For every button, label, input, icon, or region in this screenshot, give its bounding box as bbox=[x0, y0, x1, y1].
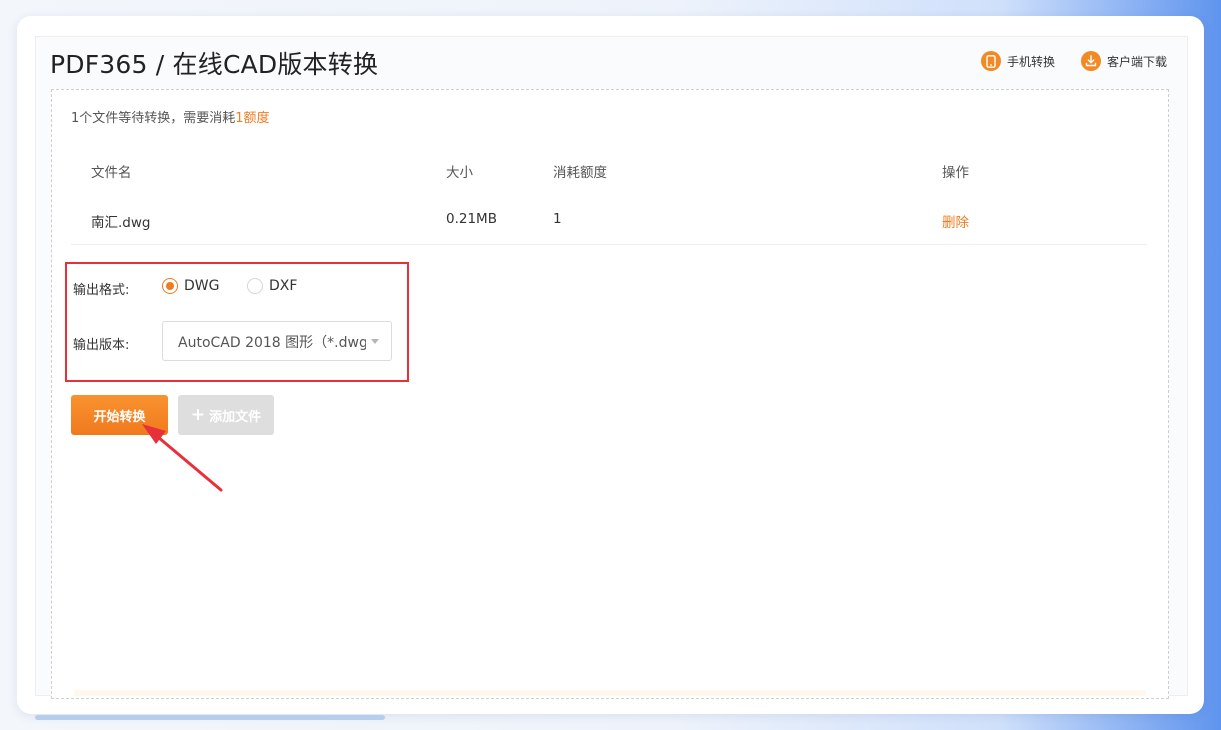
format-dxf-label: DXF bbox=[269, 278, 298, 294]
phone-icon bbox=[981, 51, 1001, 71]
radio-unselected-icon bbox=[247, 278, 263, 294]
format-radio-dxf[interactable]: DXF bbox=[247, 278, 297, 294]
table-row: 南汇.dwg 0.21MB 1 删除 bbox=[71, 195, 1147, 245]
client-download-button[interactable]: 客户端下载 bbox=[1081, 51, 1167, 71]
start-convert-button[interactable]: 开始转换 bbox=[71, 395, 168, 435]
notice-text: 1个文件等待转换，需要消耗 bbox=[71, 111, 236, 126]
version-select-value: AutoCAD 2018 图形（*.dwg bbox=[178, 335, 366, 351]
download-icon bbox=[1081, 51, 1101, 71]
credit-amount: 1额度 bbox=[235, 111, 270, 126]
file-name: 南汇.dwg bbox=[91, 215, 151, 231]
output-version-label: 输出版本: bbox=[73, 338, 130, 353]
upload-area: 1个文件等待转换，需要消耗1额度 文件名 大小 消耗额度 操作 南汇.dwg 0… bbox=[51, 89, 1169, 699]
delete-link[interactable]: 删除 bbox=[942, 211, 969, 231]
bottom-strip bbox=[74, 690, 1146, 696]
format-dwg-label: DWG bbox=[184, 278, 220, 294]
format-radio-dwg[interactable]: DWG bbox=[162, 278, 219, 294]
col-filename: 文件名 bbox=[91, 165, 132, 181]
add-file-button[interactable]: + 添加文件 bbox=[178, 395, 274, 435]
file-size: 0.21MB bbox=[446, 211, 497, 227]
radio-selected-icon bbox=[162, 278, 178, 294]
client-download-label: 客户端下载 bbox=[1107, 54, 1168, 69]
table-header: 文件名 大小 消耗额度 操作 bbox=[71, 145, 1147, 195]
file-credits: 1 bbox=[553, 211, 562, 227]
converter-panel: PDF365 / 在线CAD版本转换 手机转换 客户端下载 1个文件等待转换，需… bbox=[35, 36, 1188, 699]
app-window: PDF365 / 在线CAD版本转换 手机转换 客户端下载 1个文件等待转换，需… bbox=[17, 16, 1204, 714]
pending-notice: 1个文件等待转换，需要消耗1额度 bbox=[71, 107, 270, 126]
mobile-convert-label: 手机转换 bbox=[1007, 54, 1056, 69]
plus-icon: + bbox=[190, 405, 206, 425]
col-action: 操作 bbox=[942, 165, 969, 181]
col-credits: 消耗额度 bbox=[553, 165, 607, 181]
add-file-label: 添加文件 bbox=[209, 409, 262, 425]
mobile-convert-button[interactable]: 手机转换 bbox=[981, 51, 1055, 71]
caret-down-icon bbox=[371, 339, 379, 344]
file-table: 文件名 大小 消耗额度 操作 南汇.dwg 0.21MB 1 删除 bbox=[71, 145, 1147, 245]
horizontal-scrollbar[interactable] bbox=[35, 715, 385, 720]
output-options-highlight: 输出格式: DWG DXF 输出版本: AutoCAD 2018 图形（*.dw… bbox=[65, 262, 409, 382]
output-format-label: 输出格式: bbox=[73, 283, 130, 298]
page-title: PDF365 / 在线CAD版本转换 bbox=[50, 50, 379, 79]
version-select[interactable]: AutoCAD 2018 图形（*.dwg bbox=[162, 321, 392, 361]
col-size: 大小 bbox=[446, 165, 473, 181]
